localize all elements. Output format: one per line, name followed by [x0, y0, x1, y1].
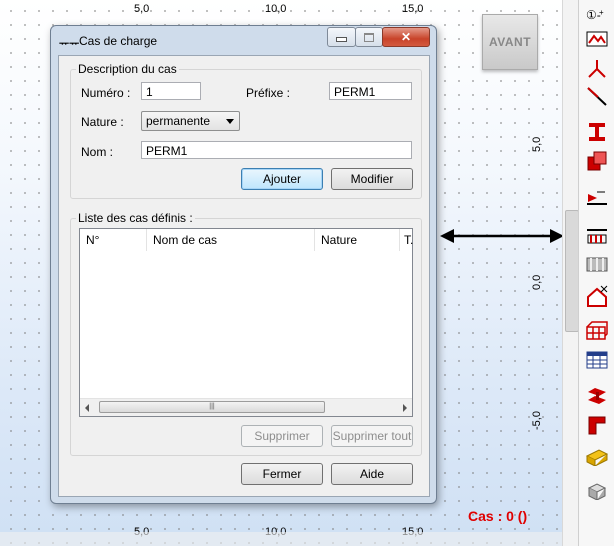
- list-scrollbar-thumb[interactable]: |||: [99, 401, 325, 413]
- connection-icon[interactable]: [584, 413, 610, 437]
- view-cube[interactable]: AVANT: [482, 14, 538, 70]
- y-tick-2: 0,0: [531, 274, 543, 290]
- release-icon[interactable]: [584, 186, 610, 210]
- material-icon[interactable]: [584, 149, 610, 173]
- numero-label: Numéro :: [81, 86, 131, 100]
- bottom-scroll-area: [0, 532, 562, 546]
- 3d-view-icon[interactable]: [584, 478, 610, 502]
- nom-field[interactable]: PERM1: [141, 141, 412, 159]
- nom-label: Nom :: [81, 145, 114, 159]
- description-group-label: Description du cas: [76, 62, 179, 76]
- bar-icon[interactable]: [584, 84, 610, 108]
- scroll-left-icon[interactable]: [85, 404, 89, 412]
- numero-field[interactable]: 1: [141, 82, 201, 100]
- dialog-titlebar[interactable]: ᅲᅲ Cas de charge ✕: [51, 26, 436, 54]
- support-icon[interactable]: [584, 56, 610, 80]
- wood-design-icon[interactable]: [584, 444, 610, 468]
- prefixe-label: Préfixe :: [246, 86, 291, 100]
- close-button[interactable]: ✕: [382, 27, 430, 47]
- load-case-icon: ᅲᅲ: [59, 38, 80, 50]
- dialog-body: Description du cas Numéro : 1 Préfixe : …: [58, 55, 430, 497]
- x-tick-top-1: 5,0: [134, 3, 150, 15]
- column-header-nom[interactable]: Nom de cas: [147, 229, 315, 251]
- nodal-load-icon[interactable]: [584, 284, 610, 308]
- nature-selected-value: permanente: [146, 114, 211, 128]
- right-toolbar: ①- +: [578, 0, 614, 546]
- prefixe-field[interactable]: PERM1: [329, 82, 412, 100]
- view-cube-label: AVANT: [488, 35, 532, 49]
- nature-dropdown[interactable]: permanente: [141, 111, 240, 131]
- load-cases-icon[interactable]: [584, 224, 610, 248]
- double-arrow-icon: [440, 229, 562, 243]
- x-tick-top-3: 15,0: [402, 3, 424, 15]
- supprimer-button[interactable]: Supprimer: [241, 425, 323, 447]
- table-icon[interactable]: [584, 348, 610, 372]
- list-group-label: Liste des cas définis :: [76, 211, 195, 225]
- x-tick-top-2: 10,0: [265, 3, 287, 15]
- supprimer-tout-button[interactable]: Supprimer tout: [331, 425, 413, 447]
- svg-text:+: +: [599, 8, 604, 17]
- maximize-icon: [364, 32, 374, 42]
- minimize-icon: [336, 37, 347, 42]
- ajouter-button[interactable]: Ajouter: [241, 168, 323, 190]
- y-tick-3: -5,0: [531, 411, 543, 430]
- current-case-status: Cas : 0 (): [468, 508, 528, 524]
- cases-list[interactable]: N° Nom de cas Nature T. |||: [79, 228, 413, 417]
- i-beam-profile-icon[interactable]: [584, 120, 610, 144]
- fermer-button[interactable]: Fermer: [241, 463, 323, 485]
- load-case-dialog: ᅲᅲ Cas de charge ✕ Description du cas Nu…: [50, 25, 437, 504]
- nature-label: Nature :: [81, 115, 124, 129]
- dialog-title: Cas de charge: [79, 34, 158, 48]
- steel-design-icon[interactable]: [584, 384, 610, 408]
- scrollbar-thumb[interactable]: [565, 210, 579, 332]
- column-header-type[interactable]: T.: [400, 229, 413, 251]
- viewport-vertical-scrollbar[interactable]: [562, 0, 579, 546]
- maximize-button[interactable]: [355, 27, 383, 47]
- load-types-icon[interactable]: [584, 253, 610, 277]
- column-header-numero[interactable]: N°: [80, 229, 147, 251]
- chevron-down-icon: [226, 119, 234, 124]
- list-horizontal-scrollbar[interactable]: |||: [80, 398, 412, 416]
- close-icon: ✕: [400, 30, 412, 44]
- modifier-button[interactable]: Modifier: [331, 168, 413, 190]
- structure-model-icon[interactable]: [584, 318, 610, 342]
- scroll-right-icon[interactable]: [403, 404, 407, 412]
- node-numbering-icon[interactable]: ①- +: [584, 2, 610, 26]
- aide-button[interactable]: Aide: [331, 463, 413, 485]
- column-header-nature[interactable]: Nature: [315, 229, 400, 251]
- section-view-icon[interactable]: [584, 27, 610, 51]
- y-tick-1: 5,0: [531, 136, 543, 152]
- minimize-button[interactable]: [327, 27, 356, 47]
